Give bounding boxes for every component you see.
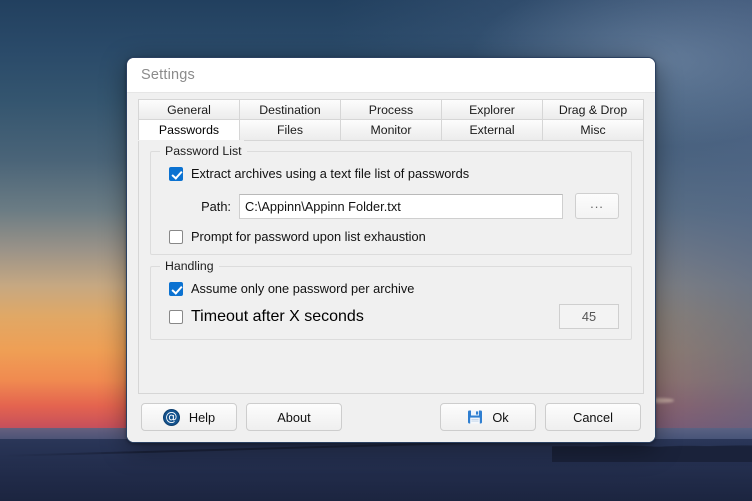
tab-passwords[interactable]: Passwords bbox=[138, 120, 239, 141]
tab-drag-and-drop[interactable]: Drag & Drop bbox=[542, 99, 644, 120]
extract-archives-label: Extract archives using a text file list … bbox=[191, 166, 470, 181]
browse-button[interactable]: ... bbox=[575, 193, 619, 219]
title-bar[interactable]: Settings bbox=[127, 58, 655, 93]
path-label: Path: bbox=[201, 198, 231, 214]
passwords-tab-panel: Password List Extract archives using a t… bbox=[138, 140, 644, 394]
timeout-seconds-input[interactable]: 45 bbox=[559, 304, 619, 329]
path-row: Path: C:\Appinn\Appinn Folder.txt ... bbox=[169, 193, 619, 219]
prompt-password-checkbox-row[interactable]: Prompt for password upon list exhaustion bbox=[169, 229, 619, 244]
dialog-button-bar: @ Help About Ok Cancel bbox=[127, 394, 655, 442]
assume-one-password-checkbox[interactable] bbox=[169, 281, 183, 296]
handling-groupbox: Handling Assume only one password per ar… bbox=[150, 259, 632, 340]
about-button-label: About bbox=[277, 409, 311, 425]
tab-general[interactable]: General bbox=[138, 99, 239, 120]
assume-one-password-label: Assume only one password per archive bbox=[191, 281, 415, 296]
tab-destination[interactable]: Destination bbox=[239, 99, 340, 120]
password-list-group-title: Password List bbox=[160, 144, 247, 158]
desktop-wallpaper: Settings General Destination Process Exp… bbox=[0, 0, 752, 501]
ok-button[interactable]: Ok bbox=[440, 403, 536, 431]
tab-process[interactable]: Process bbox=[340, 99, 441, 120]
extract-archives-checkbox-row[interactable]: Extract archives using a text file list … bbox=[169, 166, 619, 181]
assume-one-password-checkbox-row[interactable]: Assume only one password per archive bbox=[169, 281, 619, 296]
help-button[interactable]: @ Help bbox=[141, 403, 237, 431]
tab-row-1: General Destination Process Explorer Dra… bbox=[138, 99, 644, 120]
tab-row-2: Passwords Files Monitor External Misc bbox=[138, 120, 644, 141]
password-list-groupbox: Password List Extract archives using a t… bbox=[150, 144, 632, 255]
timeout-label: Timeout after X seconds bbox=[191, 307, 364, 325]
help-button-label: Help bbox=[188, 409, 216, 425]
prompt-password-label: Prompt for password upon list exhaustion bbox=[191, 229, 426, 244]
cancel-button[interactable]: Cancel bbox=[545, 403, 641, 431]
tab-files[interactable]: Files bbox=[239, 120, 340, 141]
save-floppy-icon bbox=[467, 409, 483, 425]
ok-button-label: Ok bbox=[492, 409, 509, 425]
about-button[interactable]: About bbox=[246, 403, 342, 431]
tab-explorer[interactable]: Explorer bbox=[441, 99, 542, 120]
tab-strip: General Destination Process Explorer Dra… bbox=[127, 93, 655, 141]
timeout-checkbox[interactable] bbox=[169, 309, 183, 324]
settings-dialog: Settings General Destination Process Exp… bbox=[126, 57, 656, 443]
handling-group-title: Handling bbox=[160, 259, 219, 273]
path-input[interactable]: C:\Appinn\Appinn Folder.txt bbox=[239, 193, 563, 219]
extract-archives-checkbox[interactable] bbox=[169, 166, 183, 181]
at-sign-icon: @ bbox=[162, 408, 180, 426]
timeout-row: Timeout after X seconds 45 bbox=[169, 304, 619, 329]
prompt-password-checkbox[interactable] bbox=[169, 229, 183, 244]
tab-monitor[interactable]: Monitor bbox=[340, 120, 441, 141]
tab-external[interactable]: External bbox=[441, 120, 542, 141]
tab-misc[interactable]: Misc bbox=[542, 120, 644, 141]
window-title: Settings bbox=[141, 67, 195, 83]
window-body: General Destination Process Explorer Dra… bbox=[127, 93, 655, 442]
cancel-button-label: Cancel bbox=[573, 409, 613, 425]
